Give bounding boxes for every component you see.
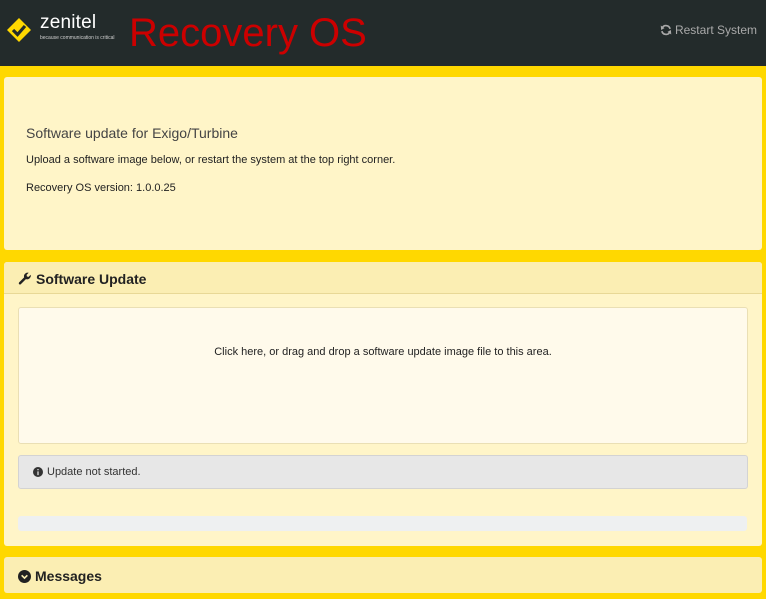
update-status-alert: Update not started. <box>18 455 748 489</box>
info-circle-icon <box>33 467 43 477</box>
update-status-text: Update not started. <box>47 466 141 478</box>
messages-title-text: Messages <box>35 568 102 584</box>
software-update-title: Software Update <box>18 271 146 287</box>
update-status-content: Update not started. <box>33 466 141 478</box>
info-title: Software update for Exigo/Turbine <box>26 125 238 141</box>
update-progress-bar <box>18 516 747 531</box>
zenitel-logo-icon <box>7 18 31 42</box>
software-update-title-text: Software Update <box>36 271 147 287</box>
wrench-icon <box>18 272 31 285</box>
restart-system-button[interactable]: Restart System <box>660 23 757 37</box>
brand-name: zenitel <box>40 12 97 33</box>
brand-tagline: because communication is critical <box>40 35 115 41</box>
chevron-down-circle-icon <box>18 569 31 583</box>
software-update-panel: Software Update Click here, or drag and … <box>4 262 762 546</box>
info-jumbotron: Software update for Exigo/Turbine Upload… <box>4 77 762 250</box>
file-dropzone[interactable]: Click here, or drag and drop a software … <box>18 307 748 444</box>
software-update-heading: Software Update <box>4 262 762 294</box>
top-navbar: zenitel because communication is critica… <box>0 0 766 66</box>
refresh-icon <box>660 24 672 36</box>
messages-title: Messages <box>18 568 102 584</box>
messages-panel-toggle[interactable]: Messages <box>4 557 762 593</box>
page-title: Recovery OS <box>129 11 367 55</box>
dropzone-text: Click here, or drag and drop a software … <box>214 346 552 358</box>
info-description: Upload a software image below, or restar… <box>26 154 396 166</box>
recovery-version: Recovery OS version: 1.0.0.25 <box>26 182 176 194</box>
restart-system-label: Restart System <box>674 23 757 37</box>
